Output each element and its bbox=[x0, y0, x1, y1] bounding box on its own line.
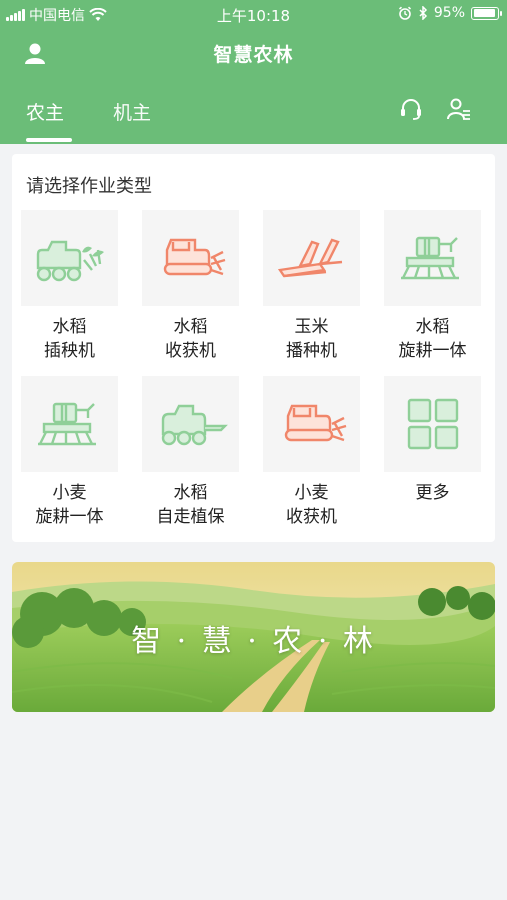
work-item-machine: 收获机 bbox=[165, 341, 216, 361]
work-item-machine: 自走植保 bbox=[156, 507, 225, 527]
work-item-label: 更多 bbox=[415, 483, 450, 503]
work-item-tile[interactable] bbox=[142, 376, 239, 472]
section-title: 请选择作业类型 bbox=[26, 176, 152, 197]
tab-machine-owner[interactable]: 机主 bbox=[113, 98, 151, 125]
grid-more-icon bbox=[407, 398, 458, 450]
work-item-machine: 收获机 bbox=[286, 507, 337, 527]
work-item-rice-transplanter[interactable]: 水稻 插秧机 bbox=[21, 210, 118, 364]
work-item-crop: 小麦 bbox=[52, 483, 87, 503]
work-item-machine: 旋耕一体 bbox=[35, 507, 104, 527]
banner-text: 智 · 慧 · 农 · 林 bbox=[131, 624, 376, 659]
sprayer-icon bbox=[161, 404, 228, 446]
rice-transplanter-icon bbox=[36, 240, 104, 282]
active-tab-indicator bbox=[26, 138, 72, 142]
app-screen: 中国电信 上午10:18 95% 智慧农林 农主 机主 请选择作业类型 水稻 插… bbox=[0, 0, 507, 900]
work-item-wheat-harvester[interactable]: 小麦 收获机 bbox=[263, 376, 360, 530]
work-item-tile[interactable] bbox=[263, 376, 360, 472]
work-item-wheat-rotary-tiller[interactable]: 小麦 旋耕一体 bbox=[21, 376, 118, 530]
rotary-tiller-icon bbox=[400, 236, 459, 280]
headset-icon[interactable] bbox=[398, 96, 424, 122]
battery-icon bbox=[471, 6, 502, 20]
work-item-crop: 水稻 bbox=[52, 317, 87, 337]
work-item-machine: 播种机 bbox=[286, 341, 337, 361]
work-item-tile[interactable] bbox=[142, 210, 239, 306]
app-header: 智慧农林 农主 机主 bbox=[0, 28, 507, 144]
work-item-crop: 玉米 bbox=[294, 317, 329, 337]
work-item-machine: 旋耕一体 bbox=[398, 341, 467, 361]
status-right: 95% bbox=[398, 5, 502, 21]
work-item-corn-seeder[interactable]: 玉米 播种机 bbox=[263, 210, 360, 364]
alarm-icon bbox=[398, 6, 411, 20]
work-item-rice-rotary-tiller[interactable]: 水稻 旋耕一体 bbox=[384, 210, 481, 364]
work-item-tile[interactable] bbox=[384, 376, 481, 472]
work-item-tile[interactable] bbox=[21, 210, 118, 306]
page-title: 智慧农林 bbox=[213, 44, 294, 66]
work-item-machine: 插秧机 bbox=[44, 341, 95, 361]
work-item-tile[interactable] bbox=[263, 210, 360, 306]
tab-farmer[interactable]: 农主 bbox=[26, 98, 64, 125]
work-item-crop: 水稻 bbox=[173, 317, 208, 337]
seeder-icon bbox=[277, 238, 342, 278]
work-item-crop: 小麦 bbox=[294, 483, 329, 503]
battery-percent: 95% bbox=[433, 5, 465, 21]
promo-banner[interactable]: 智 · 慧 · 农 · 林 bbox=[12, 562, 495, 712]
work-item-rice-sprayer[interactable]: 水稻 自走植保 bbox=[142, 376, 239, 530]
person-list-icon[interactable] bbox=[446, 96, 472, 122]
work-item-tile[interactable] bbox=[384, 210, 481, 306]
rotary-tiller-icon bbox=[37, 402, 96, 446]
harvester-icon bbox=[163, 238, 225, 276]
work-item-crop: 水稻 bbox=[173, 483, 208, 503]
work-item-tile[interactable] bbox=[21, 376, 118, 472]
status-bar: 中国电信 上午10:18 95% bbox=[0, 0, 507, 28]
harvester-icon bbox=[284, 404, 346, 442]
work-item-more[interactable]: 更多 bbox=[384, 376, 481, 504]
bluetooth-icon bbox=[419, 6, 427, 20]
work-type-card: 请选择作业类型 水稻 插秧机 水稻 收获机 玉米 播种机 水稻 旋耕一体 小麦 … bbox=[12, 154, 495, 542]
work-item-rice-harvester[interactable]: 水稻 收获机 bbox=[142, 210, 239, 364]
work-item-crop: 水稻 bbox=[415, 317, 450, 337]
